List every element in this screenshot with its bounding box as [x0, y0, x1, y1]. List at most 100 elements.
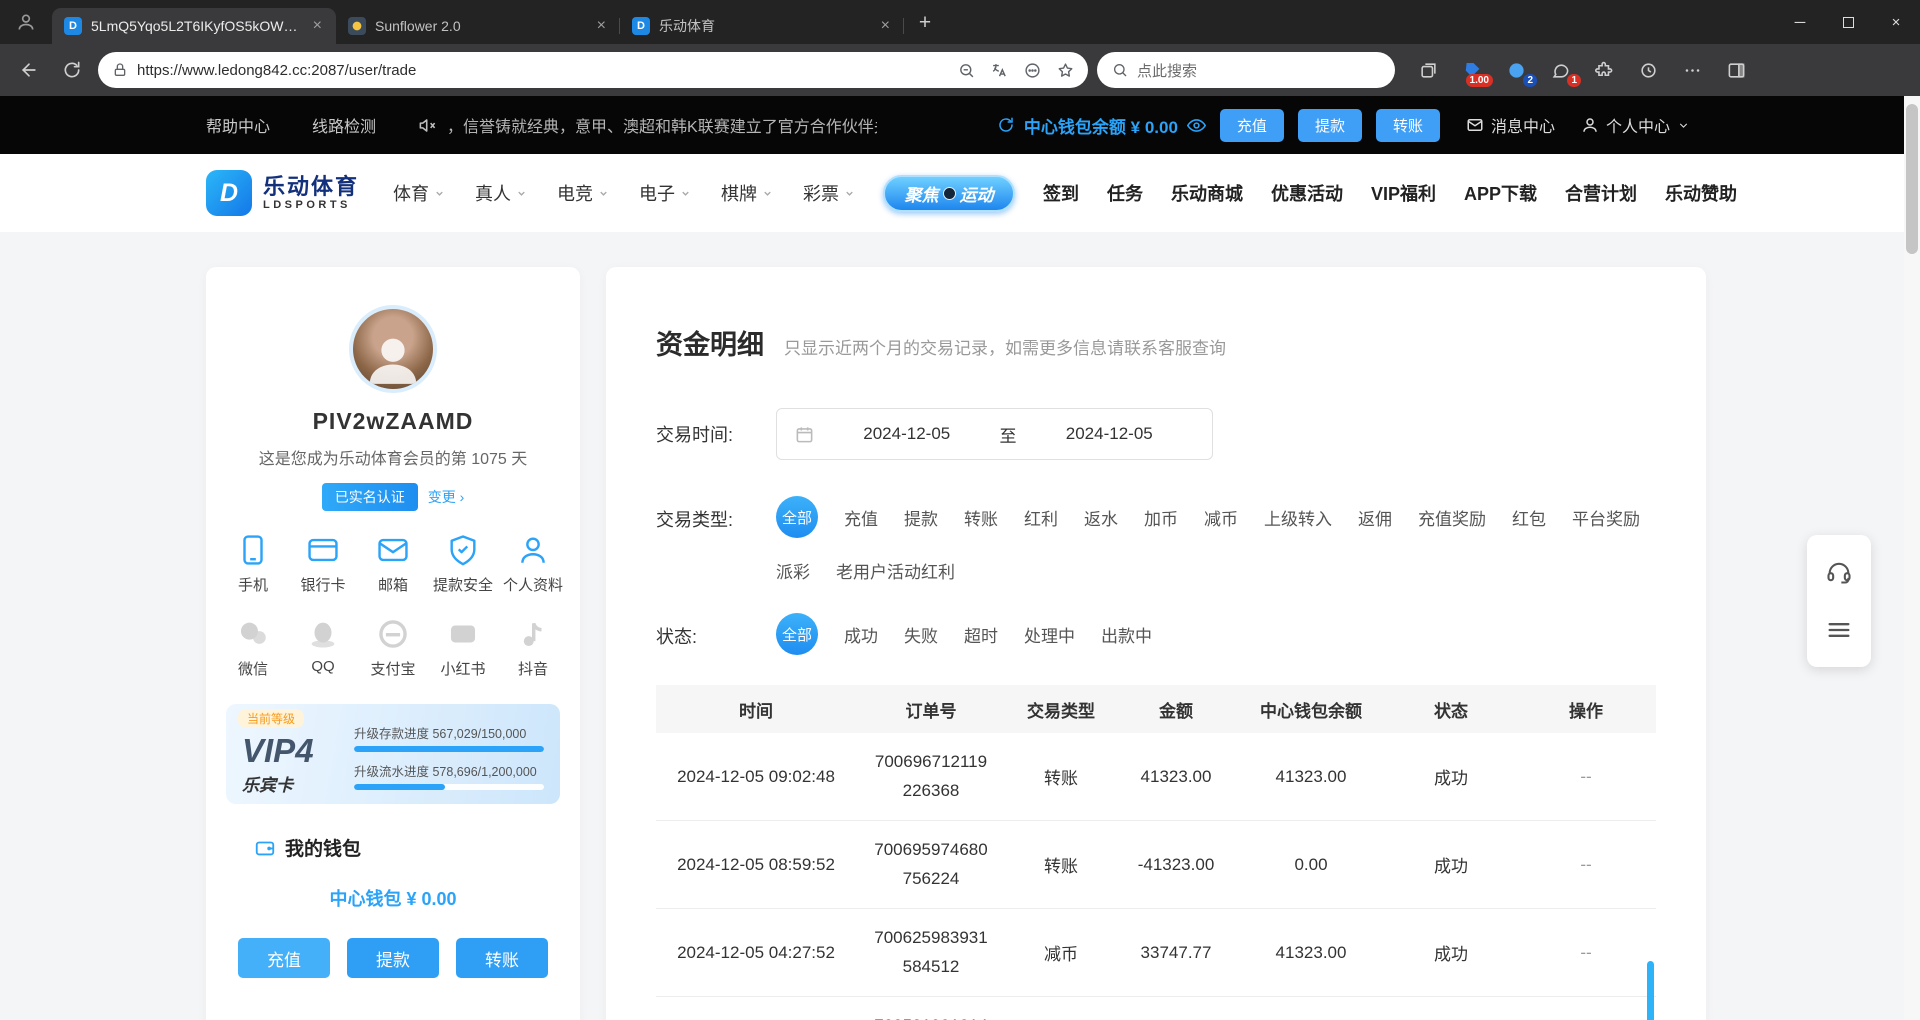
- translate-icon[interactable]: [991, 62, 1008, 79]
- back-button[interactable]: [12, 53, 46, 87]
- social-qq[interactable]: QQ: [288, 617, 358, 679]
- nav-item-slots[interactable]: 电子: [639, 180, 691, 206]
- nav-link-sponsor[interactable]: 乐动赞助: [1665, 180, 1737, 206]
- nav-link-promos[interactable]: 优惠活动: [1271, 180, 1343, 206]
- nav-link-affiliate[interactable]: 合营计划: [1565, 180, 1637, 206]
- type-chip[interactable]: 红利: [1024, 505, 1058, 530]
- help-center-link[interactable]: 帮助中心: [206, 113, 270, 137]
- change-link[interactable]: 变更 ›: [428, 487, 465, 507]
- chat-icon[interactable]: 1: [1540, 52, 1580, 88]
- window-close-button[interactable]: ×: [1872, 0, 1920, 44]
- site-logo[interactable]: D 乐动体育 LDSPORTS: [206, 170, 359, 216]
- topbar-transfer-button[interactable]: 转账: [1376, 109, 1440, 142]
- nav-link-tasks[interactable]: 任务: [1107, 180, 1143, 206]
- sidebar-toggle-icon[interactable]: [1716, 52, 1756, 88]
- type-chip[interactable]: 转账: [964, 505, 998, 530]
- focus-sports-banner[interactable]: 聚焦 运动: [883, 175, 1015, 212]
- type-chip[interactable]: 老用户活动红利: [836, 558, 955, 583]
- customer-service-icon[interactable]: [1807, 543, 1871, 601]
- status-chip[interactable]: 成功: [844, 622, 878, 647]
- social-wechat[interactable]: 微信: [218, 617, 288, 679]
- nav-link-app[interactable]: APP下载: [1464, 180, 1537, 206]
- shopping-tag-icon[interactable]: 1.00: [1452, 52, 1492, 88]
- vip-card[interactable]: 当前等级 VIP4 乐宾卡 升级存款进度 567,029/150,000 升级流…: [226, 704, 560, 804]
- bind-withdraw-safety[interactable]: 提款安全: [428, 533, 498, 595]
- date-from-value[interactable]: 2024-12-05: [822, 424, 992, 444]
- browser-tab-1[interactable]: D 5LmQ5Yqo5L2T6IKyfOS5kOWKqC ×: [52, 8, 336, 44]
- new-tab-button[interactable]: +: [908, 6, 942, 40]
- nav-link-checkin[interactable]: 签到: [1043, 180, 1079, 206]
- social-alipay[interactable]: 支付宝: [358, 617, 428, 679]
- tab-2-close-icon[interactable]: ×: [593, 17, 610, 35]
- tab-3-close-icon[interactable]: ×: [877, 17, 894, 35]
- date-to-value[interactable]: 2024-12-05: [1025, 424, 1195, 444]
- table-scrollbar-thumb[interactable]: [1647, 961, 1654, 1020]
- personal-center-link[interactable]: 个人中心: [1581, 113, 1690, 137]
- status-chip[interactable]: 出款中: [1101, 622, 1152, 647]
- page-scrollbar-thumb[interactable]: [1906, 104, 1918, 254]
- transfer-button[interactable]: 转账: [456, 938, 548, 978]
- status-chip[interactable]: 全部: [776, 613, 818, 655]
- date-range-picker[interactable]: 2024-12-05 至 2024-12-05: [776, 408, 1213, 460]
- zoom-out-icon[interactable]: [958, 62, 975, 79]
- wallet-refresh-icon[interactable]: [997, 116, 1015, 134]
- nav-item-esports[interactable]: 电竞: [557, 180, 609, 206]
- line-check-link[interactable]: 线路检测: [312, 113, 376, 137]
- topbar-deposit-button[interactable]: 充值: [1220, 109, 1284, 142]
- col-amount: 金额: [1116, 697, 1236, 722]
- type-chip[interactable]: 红包: [1512, 505, 1546, 530]
- type-chip[interactable]: 返水: [1084, 505, 1118, 530]
- bind-profile-info[interactable]: 个人资料: [498, 533, 568, 595]
- topbar-withdraw-button[interactable]: 提款: [1298, 109, 1362, 142]
- status-chip[interactable]: 超时: [964, 622, 998, 647]
- refresh-button[interactable]: [55, 53, 89, 87]
- deposit-button[interactable]: 充值: [238, 938, 330, 978]
- browser-tab-2[interactable]: Sunflower 2.0 ×: [336, 8, 620, 44]
- nav-link-vip[interactable]: VIP福利: [1371, 180, 1436, 206]
- type-chip[interactable]: 充值奖励: [1418, 505, 1486, 530]
- browser-tab-3[interactable]: D 乐动体育 ×: [620, 8, 904, 44]
- search-box[interactable]: 点此搜索: [1097, 52, 1395, 88]
- type-chip[interactable]: 平台奖励: [1572, 505, 1640, 530]
- window-minimize-button[interactable]: ─: [1776, 0, 1824, 44]
- tab-1-close-icon[interactable]: ×: [309, 17, 326, 35]
- nav-item-sports[interactable]: 体育: [393, 180, 445, 206]
- verified-badge[interactable]: 已实名认证: [322, 483, 418, 511]
- collections-icon[interactable]: [1408, 52, 1448, 88]
- nav-link-mall[interactable]: 乐动商城: [1171, 180, 1243, 206]
- bind-email[interactable]: 邮箱: [358, 533, 428, 595]
- nav-item-lottery[interactable]: 彩票: [803, 180, 855, 206]
- address-bar[interactable]: https://www.ledong842.cc:2087/user/trade: [98, 52, 1088, 88]
- type-chip[interactable]: 加币: [1144, 505, 1178, 530]
- social-xiaohongshu[interactable]: 小红书: [428, 617, 498, 679]
- more-tools-icon[interactable]: [1024, 62, 1041, 79]
- type-chip[interactable]: 提款: [904, 505, 938, 530]
- favorite-star-icon[interactable]: [1057, 62, 1074, 79]
- nav-item-live[interactable]: 真人: [475, 180, 527, 206]
- avatar[interactable]: [349, 305, 437, 393]
- type-chip[interactable]: 派彩: [776, 558, 810, 583]
- bind-phone[interactable]: 手机: [218, 533, 288, 595]
- window-maximize-button[interactable]: [1824, 0, 1872, 44]
- type-chip[interactable]: 减币: [1204, 505, 1238, 530]
- social-douyin[interactable]: 抖音: [498, 617, 568, 679]
- type-chip[interactable]: 全部: [776, 496, 818, 538]
- menu-hamburger-icon[interactable]: [1807, 601, 1871, 659]
- page-scrollbar[interactable]: [1904, 96, 1920, 1020]
- browser-profile-icon[interactable]: [0, 0, 52, 44]
- withdraw-button[interactable]: 提款: [347, 938, 439, 978]
- status-chip[interactable]: 处理中: [1024, 622, 1075, 647]
- site-info-icon[interactable]: [112, 62, 128, 78]
- bind-bank-card[interactable]: 银行卡: [288, 533, 358, 595]
- message-center-link[interactable]: 消息中心: [1466, 113, 1555, 137]
- settings-menu-icon[interactable]: [1672, 52, 1712, 88]
- extensions-icon[interactable]: [1584, 52, 1624, 88]
- eye-icon[interactable]: [1187, 116, 1206, 135]
- status-chip[interactable]: 失败: [904, 622, 938, 647]
- rewards-icon[interactable]: 2: [1496, 52, 1536, 88]
- nav-item-chess[interactable]: 棋牌: [721, 180, 773, 206]
- type-chip[interactable]: 上级转入: [1264, 505, 1332, 530]
- history-icon[interactable]: [1628, 52, 1668, 88]
- type-chip[interactable]: 充值: [844, 505, 878, 530]
- type-chip[interactable]: 返佣: [1358, 505, 1392, 530]
